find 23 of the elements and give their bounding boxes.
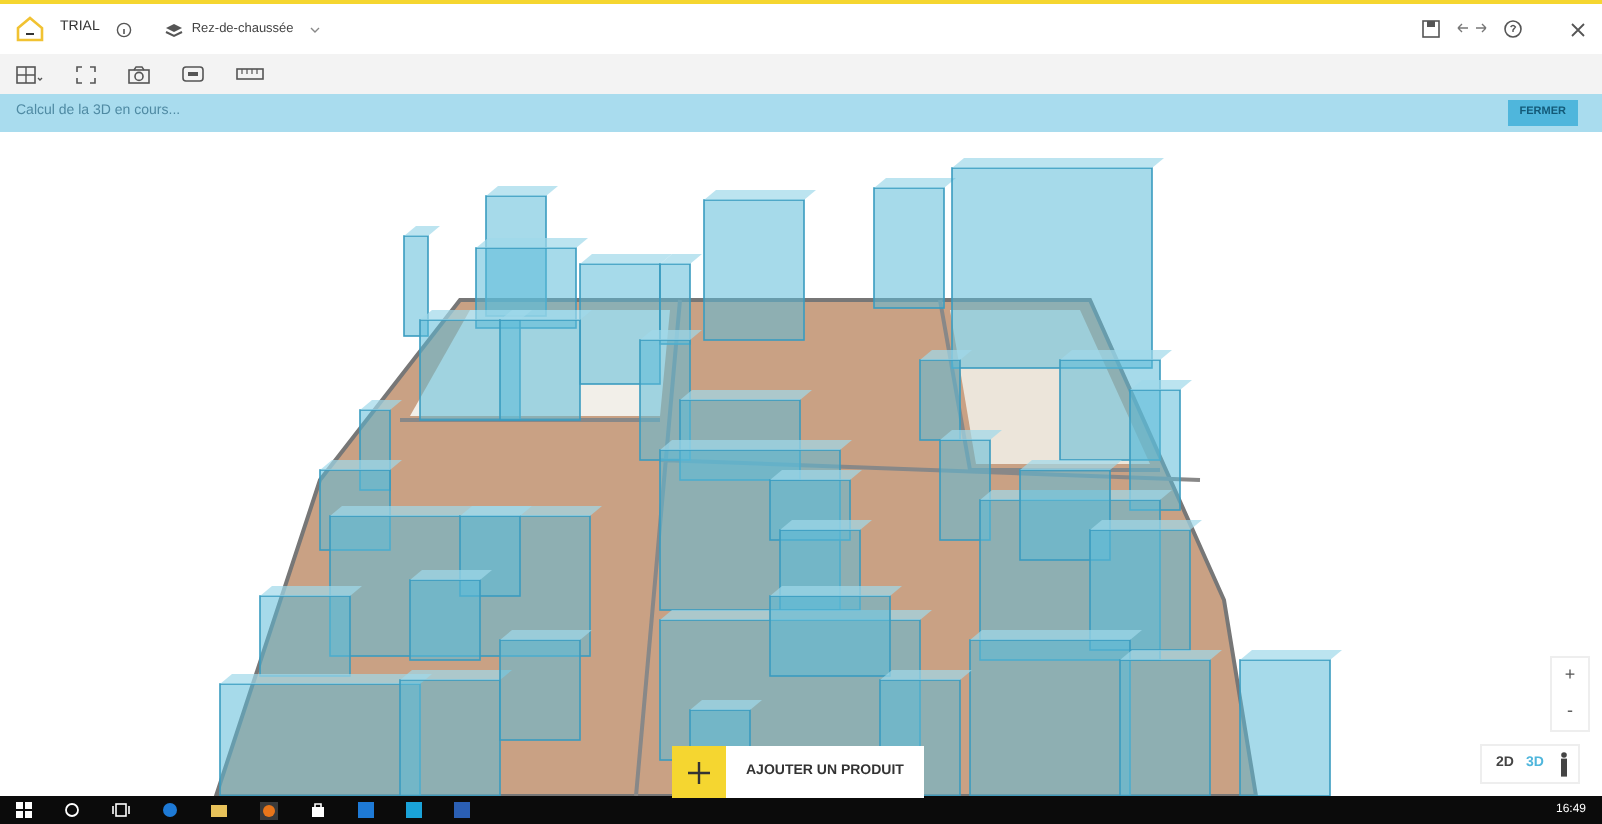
browser-icon[interactable]: [162, 802, 178, 818]
layers-icon[interactable]: [163, 21, 184, 37]
windows-start-icon[interactable]: [16, 802, 32, 818]
floor-plan-icon[interactable]: [16, 65, 44, 83]
info-icon[interactable]: [115, 21, 132, 37]
add-button-plus[interactable]: [672, 746, 726, 798]
app-tile-icon[interactable]: [406, 802, 422, 818]
fullscreen-icon[interactable]: [76, 65, 96, 83]
help-icon[interactable]: [1504, 20, 1522, 38]
camera-icon[interactable]: [128, 65, 150, 83]
save-icon[interactable]: [1422, 20, 1440, 38]
home-logo-icon[interactable]: [16, 16, 44, 42]
ruler-icon[interactable]: [236, 68, 264, 80]
folder-icon[interactable]: [210, 802, 228, 818]
person-icon[interactable]: [1557, 751, 1570, 777]
undo-redo-icon[interactable]: [1456, 22, 1488, 36]
app-tile-icon[interactable]: [358, 802, 374, 818]
caret-icon[interactable]: [309, 25, 320, 33]
search-icon[interactable]: [64, 802, 80, 818]
close-icon[interactable]: [1570, 21, 1586, 37]
plus-icon[interactable]: [688, 761, 710, 783]
task-view-icon[interactable]: [112, 802, 130, 818]
store-icon[interactable]: [310, 802, 326, 818]
